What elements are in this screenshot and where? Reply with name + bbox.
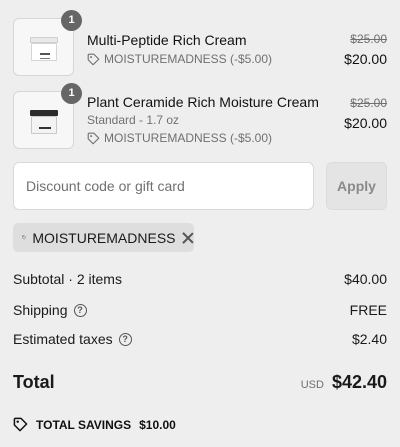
- product-name: Plant Ceramide Rich Moisture Cream: [87, 94, 319, 110]
- product-variant: Standard - 1.7 oz: [87, 113, 180, 127]
- line-item-prices: $25.00 $20.00: [344, 89, 387, 132]
- item-discount-text: MOISTUREMADNESS (-$5.00): [104, 131, 273, 145]
- line-item-info: Multi-Peptide Rich Cream MOISTUREMADNESS…: [87, 16, 272, 66]
- close-icon[interactable]: [182, 232, 186, 244]
- applied-code-text: MOISTUREMADNESS: [32, 229, 176, 246]
- tag-icon: [87, 132, 100, 144]
- total-savings: TOTAL SAVINGS $10.00: [13, 417, 176, 432]
- subtotal-label: Subtotal · 2 items: [13, 271, 122, 287]
- line-item: 1 Plant Ceramide Rich Moisture Cream Sta…: [13, 83, 387, 149]
- product-name: Multi-Peptide Rich Cream: [87, 32, 247, 48]
- total-row: Total USD $42.40: [13, 372, 387, 393]
- line-item-prices: $25.00 $20.00: [344, 16, 387, 68]
- product-thumbnail: 1: [13, 10, 82, 76]
- tag-icon: [13, 417, 28, 432]
- applied-discount-chip: MOISTUREMADNESS: [13, 223, 194, 252]
- cream-jar-icon: [30, 37, 58, 61]
- original-price: $25.00: [350, 32, 387, 46]
- shipping-label: Shipping: [13, 302, 68, 318]
- quantity-badge: 1: [61, 83, 82, 104]
- discount-code-input[interactable]: [13, 162, 314, 210]
- cream-jar-icon: [30, 110, 58, 134]
- subtotal-row: Subtotal · 2 items $40.00: [13, 271, 387, 287]
- item-discount: MOISTUREMADNESS (-$5.00): [87, 131, 319, 145]
- taxes-label: Estimated taxes: [13, 331, 113, 347]
- line-item-info: Plant Ceramide Rich Moisture Cream Stand…: [87, 89, 319, 145]
- tag-icon: [87, 53, 100, 65]
- item-discount: MOISTUREMADNESS (-$5.00): [87, 52, 272, 66]
- original-price: $25.00: [350, 96, 387, 110]
- taxes-row: Estimated taxes ? $2.40: [13, 331, 387, 347]
- discount-form: Apply: [13, 162, 387, 210]
- shipping-value: FREE: [349, 302, 387, 318]
- taxes-value: $2.40: [351, 331, 387, 347]
- total-value: $42.40: [331, 372, 387, 392]
- currency-code: USD: [300, 379, 324, 391]
- final-price: $20.00: [344, 115, 387, 131]
- savings-label: TOTAL SAVINGS: [36, 417, 132, 432]
- quantity-badge: 1: [61, 10, 82, 31]
- question-circle-icon[interactable]: ?: [118, 332, 132, 346]
- product-thumbnail: 1: [13, 83, 82, 149]
- order-summary: 1 Multi-Peptide Rich Cream MOISTUREMADNE…: [0, 0, 400, 447]
- line-item: 1 Multi-Peptide Rich Cream MOISTUREMADNE…: [13, 10, 387, 76]
- item-discount-text: MOISTUREMADNESS (-$5.00): [104, 52, 273, 66]
- savings-value: $10.00: [139, 417, 176, 432]
- subtotal-value: $40.00: [344, 271, 387, 287]
- total-label: Total: [13, 372, 55, 392]
- question-circle-icon[interactable]: ?: [73, 303, 87, 317]
- tag-icon: [22, 235, 27, 240]
- final-price: $20.00: [344, 51, 387, 67]
- apply-button[interactable]: Apply: [326, 162, 387, 210]
- shipping-row: Shipping ? FREE: [13, 302, 387, 318]
